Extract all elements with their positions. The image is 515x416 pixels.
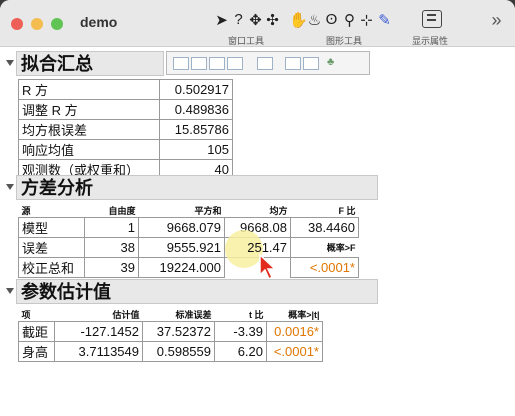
- row-label: 均方根误差: [18, 119, 160, 140]
- pen-icon[interactable]: ✎: [376, 11, 393, 29]
- minimize-window-button[interactable]: [31, 18, 43, 30]
- move-icon[interactable]: ✣: [264, 11, 281, 29]
- brush-icon[interactable]: ♨: [306, 11, 323, 29]
- prob-t-cell: 0.0016*: [266, 321, 323, 342]
- parameter-estimates-table: 项 估计值 标准误差 t 比 概率>|t| 截距 -127.1452 37.52…: [18, 308, 323, 362]
- toolbar: demo ➤ ? ✥ ✣ ✋ ♨ ʘ ⚲ ⊹ ✎ 窗口工具 图形工具 显示属性 …: [0, 0, 515, 47]
- t-ratio-cell: 6.20: [214, 341, 267, 362]
- disclosure-triangle-icon[interactable]: [6, 184, 14, 190]
- ss-cell: 9555.921: [138, 237, 225, 258]
- table-row: 校正总和 39 19224.000 <.0001*: [18, 257, 359, 278]
- window-title: demo: [80, 14, 118, 30]
- app-window: demo ➤ ? ✥ ✣ ✋ ♨ ʘ ⚲ ⊹ ✎ 窗口工具 图形工具 显示属性 …: [0, 0, 515, 416]
- ss-cell: 9668.079: [138, 217, 225, 238]
- source-cell: 校正总和: [18, 257, 85, 278]
- table-row: 响应均值 105: [18, 139, 233, 160]
- term-cell: 身高: [18, 341, 55, 362]
- graph-tools-label: 图形工具: [326, 36, 363, 46]
- anova-header[interactable]: 方差分析: [16, 175, 378, 200]
- col-header-prob-t: 概率>|t|: [266, 308, 323, 322]
- display-properties-icon[interactable]: [422, 10, 442, 28]
- col-header-f: F 比: [290, 204, 359, 218]
- disclosure-triangle-icon[interactable]: [6, 288, 14, 294]
- arrow-icon[interactable]: ➤: [213, 11, 230, 29]
- col-header-ss: 平方和: [138, 204, 225, 218]
- row-label: 响应均值: [18, 139, 160, 160]
- magnifier-icon[interactable]: ⚲: [341, 11, 358, 29]
- table-row: R 方 0.502917: [18, 79, 233, 100]
- table-row: 截距 -127.1452 37.52372 -3.39 0.0016*: [18, 321, 323, 342]
- source-cell: 误差: [18, 237, 85, 258]
- table-row: 误差 38 9555.921 251.47 概率>F: [18, 230, 359, 268]
- row-label: 调整 R 方: [18, 99, 160, 120]
- prob-f-label: 概率>F: [326, 243, 356, 253]
- parameter-estimates-header[interactable]: 参数估计值: [16, 279, 378, 304]
- table-header-row: 项 估计值 标准误差 t 比 概率>|t|: [18, 308, 323, 322]
- table-row: 均方根误差 15.85786: [18, 119, 233, 140]
- table-row: 模型 1 9668.079 9668.08 38.4460: [18, 217, 359, 238]
- source-cell: 模型: [18, 217, 85, 238]
- term-cell: 截距: [18, 321, 55, 342]
- df-cell: 39: [84, 257, 139, 278]
- estimate-cell: 3.7113549: [54, 341, 143, 362]
- row-value: 105: [159, 139, 233, 160]
- prob-f-cell: <.0001*: [290, 257, 359, 278]
- row-value: 0.502917: [159, 79, 233, 100]
- df-cell: 1: [84, 217, 139, 238]
- col-header-estimate: 估计值: [54, 308, 143, 322]
- report-area: 拟合汇总 ♣ R 方 0.502917 调整 R 方 0.489836 均方根误差 1…: [0, 47, 515, 416]
- prob-t-cell: <.0001*: [266, 341, 323, 362]
- std-error-cell: 0.598559: [142, 341, 215, 362]
- col-header-ms: 均方: [224, 204, 291, 218]
- window-tools-label: 窗口工具: [228, 36, 265, 46]
- disclosure-triangle-icon[interactable]: [6, 60, 14, 66]
- anova-table: 源 自由度 平方和 均方 F 比 模型 1 9668.079 9668.08 3…: [18, 204, 359, 278]
- fit-summary-header[interactable]: 拟合汇总: [16, 51, 164, 76]
- table-row: 调整 R 方 0.489836: [18, 99, 233, 120]
- fit-summary-table: R 方 0.502917 调整 R 方 0.489836 均方根误差 15.85786…: [18, 79, 233, 180]
- df-cell: 38: [84, 237, 139, 258]
- col-header-std-error: 标准误差: [142, 308, 215, 322]
- row-value: 0.489836: [159, 99, 233, 120]
- col-header-source: 源: [18, 204, 85, 218]
- f-ratio-cell: 38.4460: [290, 217, 359, 238]
- help-icon[interactable]: ?: [230, 11, 247, 28]
- mouse-cursor-icon: [259, 253, 277, 281]
- more-icon[interactable]: »: [488, 10, 505, 31]
- row-value: 15.85786: [159, 119, 233, 140]
- hand-icon[interactable]: ✋: [289, 11, 308, 29]
- col-header-df: 自由度: [84, 204, 139, 218]
- table-row: 身高 3.7113549 0.598559 6.20 <.0001*: [18, 341, 323, 362]
- zoom-window-button[interactable]: [51, 18, 63, 30]
- table-format-strip[interactable]: ♣: [166, 51, 370, 75]
- row-label: R 方: [18, 79, 160, 100]
- display-properties-label: 显示属性: [412, 36, 449, 46]
- close-window-button[interactable]: [11, 18, 23, 30]
- ss-cell: 19224.000: [138, 257, 225, 278]
- col-header-t-ratio: t 比: [214, 308, 267, 322]
- lasso-icon[interactable]: ʘ: [323, 11, 340, 28]
- crosshair-icon[interactable]: ✥: [247, 11, 264, 29]
- scaler-icon[interactable]: ⊹: [358, 11, 375, 29]
- estimate-cell: -127.1452: [54, 321, 143, 342]
- std-error-cell: 37.52372: [142, 321, 215, 342]
- col-header-term: 项: [18, 308, 55, 322]
- table-header-row: 源 自由度 平方和 均方 F 比: [18, 204, 359, 218]
- t-ratio-cell: -3.39: [214, 321, 267, 342]
